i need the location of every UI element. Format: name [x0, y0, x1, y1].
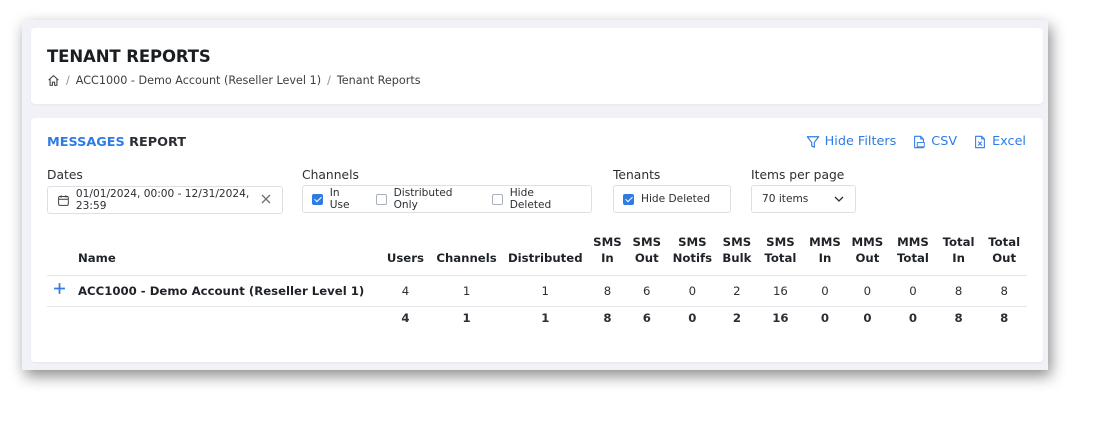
total-cell: 6 [642, 310, 651, 325]
items-per-page-select[interactable]: 70 items [751, 185, 856, 213]
table-cell: 4 [380, 275, 431, 307]
total-cell: 1 [462, 310, 471, 325]
table-cell: 6 [627, 275, 667, 307]
total-cell: 0 [863, 310, 872, 325]
csv-export-button[interactable]: CSV [912, 134, 957, 149]
checkbox-unchecked[interactable] [375, 193, 387, 205]
checkbox-checked[interactable] [312, 193, 323, 205]
excel-export-button[interactable]: Excel [973, 134, 1026, 149]
report-title-accent: MESSAGES [47, 135, 125, 150]
report-title-rest: REPORT [129, 135, 187, 150]
messages-report-card: MESSAGES REPORT Hide Filters CSV Excel D… [31, 118, 1043, 362]
breadcrumb-separator: / [327, 74, 331, 87]
column-header[interactable]: SMS Total [756, 234, 806, 276]
excel-file-icon [975, 135, 985, 148]
csv-file-icon [914, 135, 925, 148]
breadcrumb: / ACC1000 - Demo Account (Reseller Level… [47, 74, 421, 87]
excel-label: Excel [992, 134, 1026, 149]
items-per-page-label: Items per page [751, 168, 845, 182]
breadcrumb-item-current: Tenant Reports [336, 74, 421, 87]
totals-row: 4 1 1 8 6 0 2 16 0 0 0 8 8 [47, 307, 1027, 329]
tenants-hide-deleted-checkbox[interactable]: Hide Deleted [623, 193, 710, 205]
calendar-icon [58, 194, 69, 206]
column-header[interactable]: Channels [430, 234, 503, 276]
column-header[interactable]: Total Out [981, 234, 1027, 276]
items-per-page-value: 70 items [762, 193, 809, 205]
column-header[interactable]: Users [381, 234, 431, 276]
channels-distributed-only-label: Distributed Only [393, 187, 453, 211]
tenants-label: Tenants [613, 168, 661, 182]
totals-label-cell [47, 307, 381, 329]
total-cell: 0 [688, 310, 697, 325]
table-cell: 2 [718, 275, 756, 307]
page-title: TENANT REPORTS [47, 47, 211, 66]
table-cell: 0 [844, 275, 891, 307]
clear-date-icon[interactable] [260, 193, 272, 205]
date-range-value: 01/01/2024, 00:00 - 12/31/2024, 23:59 [75, 188, 250, 212]
total-cell: 0 [908, 310, 918, 325]
report-title: MESSAGES REPORT [47, 135, 186, 150]
tenants-hide-deleted-label: Hide Deleted [641, 193, 711, 205]
filter-icon [806, 135, 819, 148]
column-header[interactable]: Name [47, 234, 381, 276]
home-icon[interactable] [47, 74, 60, 87]
expand-plus-icon[interactable] [53, 282, 66, 295]
column-header[interactable]: SMS Out [627, 234, 666, 276]
table-row[interactable]: ACC1000 - Demo Account (Reseller Level 1… [47, 275, 1027, 307]
column-header[interactable]: SMS Bulk [718, 234, 755, 276]
channels-label: Channels [302, 168, 359, 182]
total-cell: 8 [603, 310, 612, 325]
tenants-filter: Hide Deleted [613, 185, 731, 213]
tenant-name-cell: ACC1000 - Demo Account (Reseller Level 1… [47, 275, 381, 307]
table-cell: 0 [805, 275, 845, 307]
date-range-input[interactable]: 01/01/2024, 00:00 - 12/31/2024, 23:59 [47, 186, 283, 214]
report-table: Name Users Channels Distributed SMS In SM… [47, 234, 1027, 329]
column-header[interactable]: Distributed [503, 234, 588, 276]
dates-label: Dates [47, 168, 83, 182]
table-cell: 8 [935, 275, 982, 307]
total-cell: 4 [401, 310, 410, 325]
channels-distributed-only-checkbox[interactable]: Distributed Only [375, 187, 478, 211]
breadcrumb-item-account[interactable]: ACC1000 - Demo Account (Reseller Level 1… [76, 74, 321, 87]
column-header[interactable]: SMS In [588, 234, 627, 276]
table-cell: 16 [755, 275, 806, 307]
channels-in-use-label: In Use [329, 187, 350, 211]
page-header: TENANT REPORTS / ACC1000 - Demo Account … [31, 28, 1043, 104]
total-cell: 2 [732, 310, 741, 325]
column-header[interactable]: MMS In [805, 234, 844, 276]
table-cell: 0 [666, 275, 719, 307]
table-cell: 8 [587, 275, 628, 307]
hide-filters-label: Hide Filters [824, 134, 897, 149]
report-toolbar: Hide Filters CSV Excel [806, 134, 1026, 149]
channels-in-use-checkbox[interactable]: In Use [312, 187, 362, 211]
table-header-row: Name Users Channels Distributed SMS In SM… [47, 234, 1027, 276]
chevron-down-icon [834, 196, 844, 202]
channels-hide-deleted-checkbox[interactable]: Hide Deleted [491, 187, 577, 211]
channels-hide-deleted-label: Hide Deleted [509, 187, 552, 211]
table-cell: 1 [430, 275, 503, 307]
csv-label: CSV [931, 134, 958, 149]
total-cell: 8 [954, 310, 963, 325]
table-cell: 1 [502, 275, 588, 307]
hide-filters-button[interactable]: Hide Filters [806, 134, 897, 149]
total-cell: 8 [1000, 310, 1009, 325]
table-cell: 0 [890, 275, 936, 307]
table-cell: 8 [981, 275, 1027, 307]
column-header[interactable]: Total In [936, 234, 982, 276]
app-window: TENANT REPORTS / ACC1000 - Demo Account … [22, 20, 1048, 370]
channels-filter: In Use Distributed Only Hide Deleted [302, 185, 592, 213]
checkbox-unchecked[interactable] [491, 193, 503, 205]
checkbox-checked[interactable] [623, 193, 634, 205]
column-header[interactable]: MMS Total [890, 234, 936, 276]
total-cell: 1 [541, 310, 550, 325]
column-header[interactable]: MMS Out [845, 234, 891, 276]
breadcrumb-separator: / [66, 74, 70, 87]
column-header[interactable]: SMS Notifs [666, 234, 718, 276]
total-cell: 0 [820, 310, 829, 325]
total-cell: 16 [772, 310, 789, 325]
